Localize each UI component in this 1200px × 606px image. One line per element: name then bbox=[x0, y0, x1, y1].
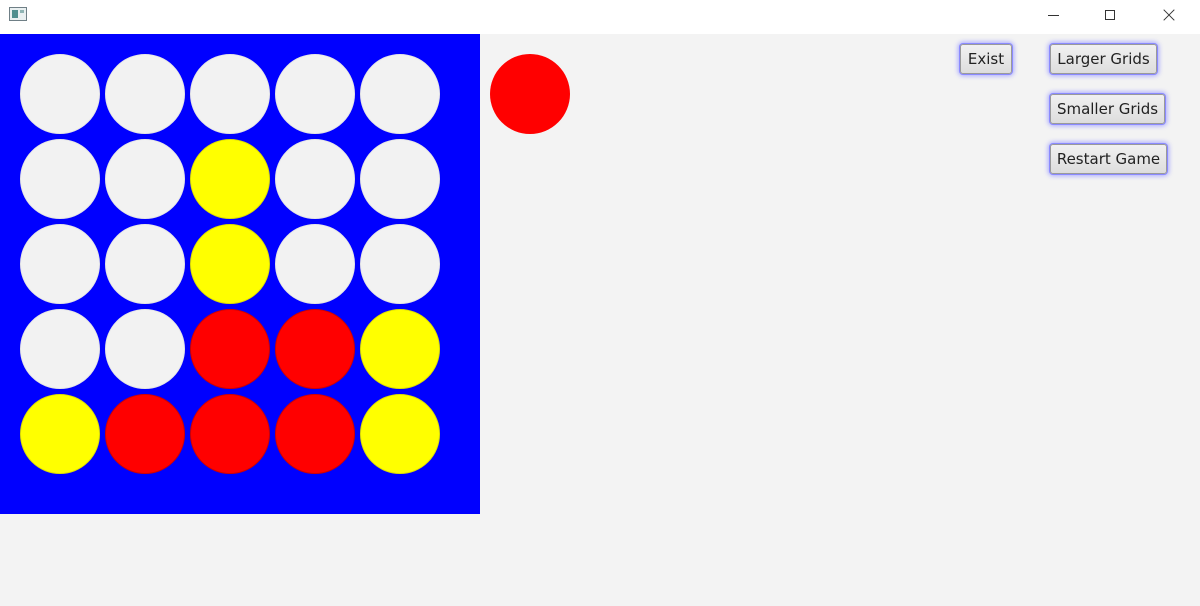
maximize-button[interactable] bbox=[1087, 0, 1133, 30]
app-icon-pane bbox=[20, 10, 24, 13]
board-cell-yellow[interactable] bbox=[360, 309, 440, 389]
board-cell-empty[interactable] bbox=[105, 224, 185, 304]
board-cell-yellow[interactable] bbox=[190, 224, 270, 304]
maximize-icon bbox=[1105, 10, 1115, 20]
board-cell-red[interactable] bbox=[190, 394, 270, 474]
current-player-disc bbox=[490, 54, 570, 134]
board-cell-empty[interactable] bbox=[105, 54, 185, 134]
board-cell-yellow[interactable] bbox=[360, 394, 440, 474]
board-cell-empty[interactable] bbox=[20, 309, 100, 389]
board-cell-red[interactable] bbox=[275, 394, 355, 474]
game-window: Exist Larger Grids Smaller Grids Restart… bbox=[0, 0, 1200, 606]
board-cell-empty[interactable] bbox=[275, 139, 355, 219]
board-cell-empty[interactable] bbox=[105, 139, 185, 219]
board-cell-yellow[interactable] bbox=[20, 394, 100, 474]
app-icon-pane bbox=[12, 10, 18, 18]
smaller-grids-button[interactable]: Smaller Grids bbox=[1050, 94, 1165, 124]
board-cell-empty[interactable] bbox=[275, 54, 355, 134]
close-button[interactable] bbox=[1146, 0, 1192, 30]
title-bar bbox=[0, 0, 1200, 34]
close-icon bbox=[1163, 9, 1175, 21]
exist-button[interactable]: Exist bbox=[960, 44, 1012, 74]
minimize-icon bbox=[1047, 14, 1059, 16]
board-cell-yellow[interactable] bbox=[190, 139, 270, 219]
game-board[interactable] bbox=[0, 34, 480, 514]
restart-game-button[interactable]: Restart Game bbox=[1050, 144, 1167, 174]
board-cell-red[interactable] bbox=[190, 309, 270, 389]
minimize-button[interactable] bbox=[1030, 0, 1076, 30]
board-cell-empty[interactable] bbox=[105, 309, 185, 389]
board-cell-empty[interactable] bbox=[275, 224, 355, 304]
board-cell-empty[interactable] bbox=[20, 54, 100, 134]
board-cell-empty[interactable] bbox=[190, 54, 270, 134]
board-cell-red[interactable] bbox=[275, 309, 355, 389]
board-cell-empty[interactable] bbox=[360, 139, 440, 219]
window-app-icon bbox=[9, 7, 27, 21]
larger-grids-button[interactable]: Larger Grids bbox=[1050, 44, 1157, 74]
board-cell-empty[interactable] bbox=[360, 224, 440, 304]
board-cell-empty[interactable] bbox=[20, 139, 100, 219]
board-cell-empty[interactable] bbox=[20, 224, 100, 304]
board-cell-red[interactable] bbox=[105, 394, 185, 474]
board-cell-empty[interactable] bbox=[360, 54, 440, 134]
